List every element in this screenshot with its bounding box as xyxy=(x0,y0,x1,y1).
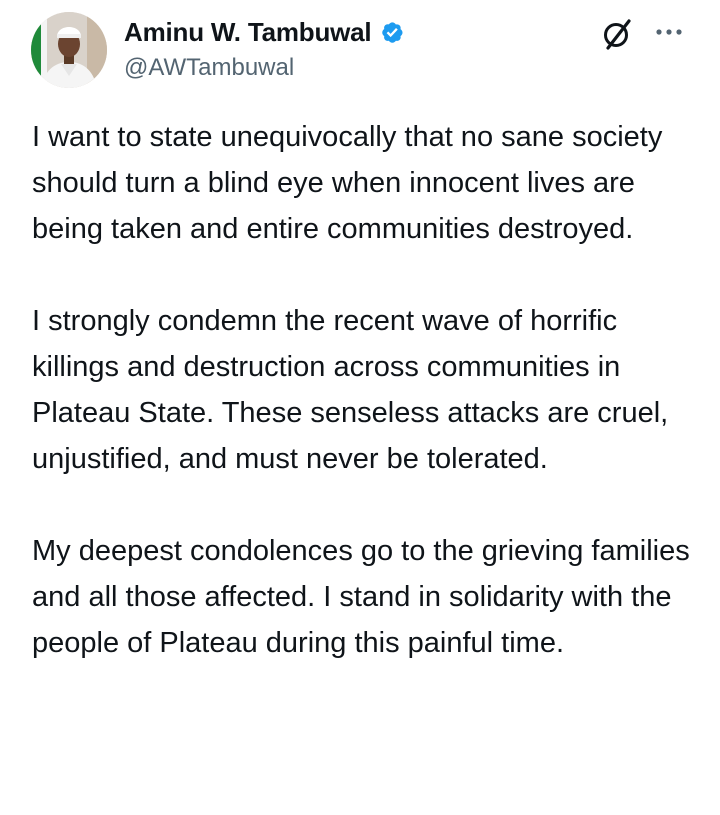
tweet-header: Aminu W. Tambuwal @AWTambuwal xyxy=(0,0,720,100)
avatar[interactable] xyxy=(31,12,107,88)
tweet-paragraph: I want to state unequivocally that no sa… xyxy=(32,121,663,245)
more-options-icon xyxy=(656,29,682,35)
tweet-paragraph: I strongly condemn the recent wave of ho… xyxy=(32,305,669,475)
name-row: Aminu W. Tambuwal xyxy=(124,14,407,50)
grok-icon xyxy=(604,19,631,50)
user-handle[interactable]: @AWTambuwal xyxy=(124,54,294,82)
tweet-text: I want to state unequivocally that no sa… xyxy=(32,114,692,666)
more-options-button[interactable] xyxy=(650,16,688,48)
tweet-paragraph: My deepest condolences go to the grievin… xyxy=(32,535,690,659)
profile-photo-icon xyxy=(31,12,107,88)
verified-badge-icon[interactable] xyxy=(377,17,407,47)
display-name[interactable]: Aminu W. Tambuwal xyxy=(124,17,372,48)
grok-button[interactable] xyxy=(599,15,637,53)
